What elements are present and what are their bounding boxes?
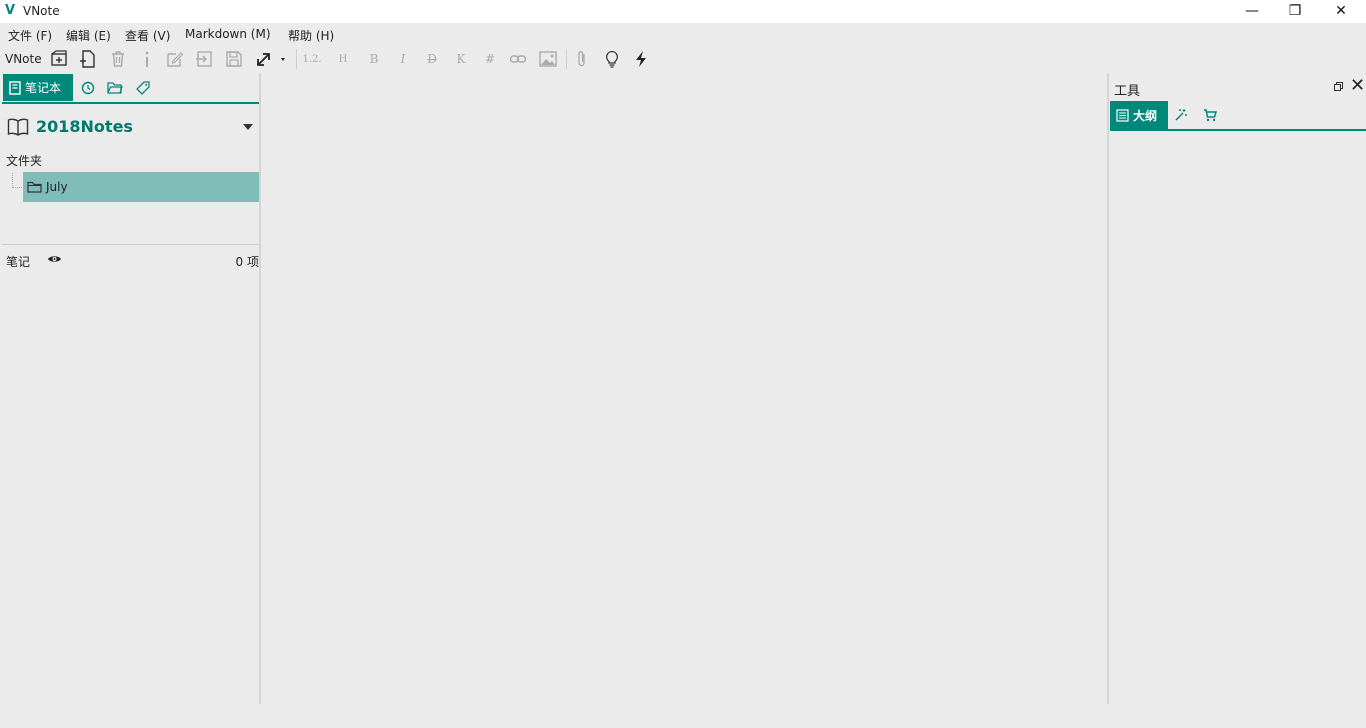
left-splitter[interactable] (259, 73, 261, 704)
tag-icon[interactable] (134, 79, 152, 97)
minimize-button[interactable]: — (1229, 0, 1275, 23)
toolbar-label: VNote (5, 52, 42, 66)
tools-panel-title: 工具 (1114, 84, 1141, 99)
info-icon[interactable] (137, 49, 157, 69)
explorer-icon[interactable] (106, 79, 124, 97)
notes-count: 0 项 (235, 255, 259, 269)
folder-name: July (46, 180, 68, 194)
code-block-button[interactable]: # (480, 49, 500, 69)
cart-icon[interactable] (1202, 107, 1218, 123)
folders-label: 文件夹 (6, 154, 43, 168)
menu-view[interactable]: 查看 (V) (125, 27, 170, 44)
new-notebook-icon[interactable] (49, 49, 69, 69)
outline-icon (1116, 108, 1129, 122)
window-title: VNote (23, 4, 60, 18)
tab-outline[interactable]: 大纲 (1110, 101, 1168, 129)
edit-icon[interactable] (165, 49, 185, 69)
menu-bar: 文件 (F) 编辑 (E) 查看 (V) Markdown (M) 帮助 (H) (0, 23, 1366, 45)
maximize-button[interactable]: ❐ (1272, 0, 1318, 23)
delete-icon[interactable] (108, 49, 128, 69)
eye-icon[interactable] (47, 254, 62, 264)
flash-icon[interactable] (631, 49, 651, 69)
history-icon[interactable] (79, 79, 97, 97)
tab-notebooks[interactable]: 笔记本 (3, 74, 73, 101)
snippet-icon[interactable] (1173, 107, 1189, 123)
app-logo: V (5, 3, 16, 18)
expand-icon[interactable] (255, 49, 289, 69)
chevron-down-icon[interactable] (243, 124, 253, 130)
title-bar: V VNote — ❐ ✕ (0, 0, 1366, 23)
book-icon (7, 118, 29, 136)
tab-outline-label: 大纲 (1133, 108, 1158, 123)
lightbulb-icon[interactable] (602, 49, 622, 69)
attachment-icon[interactable] (572, 49, 592, 69)
save-icon[interactable] (224, 49, 244, 69)
italic-button[interactable]: I (393, 49, 413, 69)
right-splitter[interactable] (1107, 73, 1109, 704)
menu-file[interactable]: 文件 (F) (8, 27, 52, 44)
new-note-icon[interactable] (78, 49, 98, 69)
bold-button[interactable]: B (364, 49, 384, 69)
strikethrough-button[interactable]: D (422, 49, 442, 69)
tree-connector (12, 173, 22, 188)
float-icon[interactable] (1334, 82, 1343, 91)
close-button[interactable]: ✕ (1318, 0, 1364, 23)
folder-icon (27, 181, 42, 193)
tools-tab-bar: 大纲 (1110, 101, 1366, 131)
menu-help[interactable]: 帮助 (H) (288, 27, 334, 44)
tab-notebooks-label: 笔记本 (25, 81, 62, 95)
toolbar-separator (296, 49, 297, 69)
notebook-name: 2018Notes (36, 117, 133, 136)
notebook-selector[interactable]: 2018Notes (7, 115, 257, 139)
inline-code-button[interactable]: K (451, 49, 471, 69)
toolbar: VNote 1.2. H B I D K # (0, 45, 1366, 73)
left-panel: 笔记本 2018Notes 文件夹 July 笔记 0 项 (0, 73, 259, 704)
menu-markdown[interactable]: Markdown (M) (185, 27, 271, 41)
heading-sequence-button[interactable]: 1.2. (300, 49, 324, 69)
left-tab-bar: 笔记本 (2, 73, 259, 104)
panel-divider[interactable] (2, 244, 259, 245)
link-icon[interactable] (508, 49, 528, 69)
image-icon[interactable] (538, 49, 558, 69)
menu-edit[interactable]: 编辑 (E) (66, 27, 111, 44)
notebook-icon (9, 80, 21, 95)
notes-label: 笔记 (6, 255, 31, 269)
folder-item[interactable]: July (23, 172, 259, 202)
heading-button[interactable]: H (333, 49, 353, 69)
toolbar-separator (566, 49, 567, 69)
tools-panel: 工具 ✕ 大纲 (1110, 73, 1366, 704)
move-icon[interactable] (194, 49, 214, 69)
close-icon[interactable]: ✕ (1350, 77, 1365, 95)
